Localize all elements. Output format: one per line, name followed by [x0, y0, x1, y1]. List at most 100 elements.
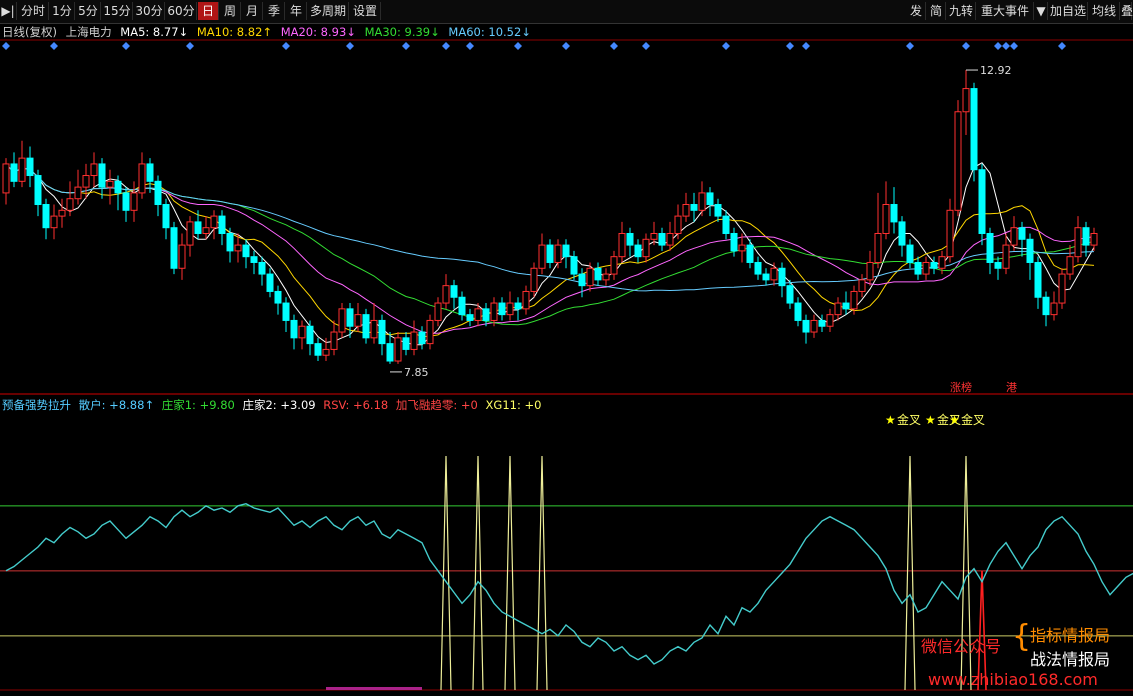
candle-body-91 [730, 232, 738, 252]
candle-body-63 [506, 302, 514, 316]
candle-body-125 [1002, 244, 1010, 269]
top-marker-0 [2, 42, 10, 50]
signal-star-1: ★ [925, 413, 936, 427]
candle-body-87 [698, 192, 706, 211]
watermark-url: www.zhibiao168.com [928, 670, 1098, 689]
candle-body-119 [954, 111, 962, 211]
high-label: 12.92 [980, 64, 1012, 77]
top-marker-10 [562, 42, 570, 50]
candle-body-120 [962, 88, 970, 113]
candle-body-48 [386, 343, 394, 362]
candle-body-34 [274, 290, 282, 304]
top-marker-19 [1002, 42, 1010, 50]
candle-body-134 [1074, 227, 1082, 258]
candle-body-96 [770, 267, 778, 281]
candle-body-55 [442, 285, 450, 304]
candle-body-26 [210, 215, 218, 229]
candle-body-20 [162, 204, 170, 229]
candle-body-100 [802, 319, 810, 333]
top-marker-11 [610, 42, 618, 50]
candle-body-58 [466, 314, 474, 321]
candle-body-84 [674, 215, 682, 234]
signal-label-2: 金叉 [961, 412, 985, 427]
candle-body-70 [562, 244, 570, 258]
spike-3 [536, 455, 548, 691]
top-marker-18 [994, 42, 1002, 50]
candle-body-25 [202, 227, 210, 234]
signal-star-2: ★ [949, 413, 960, 427]
candle-body-108 [866, 261, 874, 281]
candle-body-74 [594, 267, 602, 281]
stock-chart[interactable]: 12.927.85涨榜 港★ 金叉 ★ 金叉★ 金叉 [0, 0, 1133, 696]
candle-body-14 [114, 180, 122, 194]
candle-body-75 [602, 273, 610, 281]
watermark-wechat: 微信公众号 [921, 637, 1002, 656]
candle-body-3 [26, 157, 34, 177]
candle-body-80 [642, 238, 650, 258]
candle-body-69 [554, 244, 562, 263]
candle-body-46 [370, 319, 378, 339]
candle-body-86 [690, 204, 698, 211]
candle-body-65 [522, 290, 530, 310]
candle-body-135 [1082, 227, 1090, 246]
candle-body-12 [98, 163, 106, 188]
candle-body-77 [618, 232, 626, 258]
candle-body-130 [1042, 296, 1050, 316]
candle-body-31 [250, 256, 258, 263]
candle-body-38 [306, 325, 314, 345]
candle-body-4 [34, 175, 42, 206]
candle-body-85 [682, 204, 690, 217]
candle-body-114 [914, 261, 922, 275]
candle-body-6 [50, 215, 58, 229]
candle-body-64 [514, 302, 522, 310]
candle-body-116 [930, 261, 938, 269]
candle-body-90 [722, 215, 730, 234]
candle-body-136 [1090, 232, 1098, 246]
spike-4 [904, 455, 916, 691]
candle-body-27 [218, 215, 226, 234]
candle-body-78 [626, 232, 634, 246]
tag-list: 涨榜 [950, 380, 972, 394]
candle-body-40 [322, 348, 330, 356]
signal-star-0: ★ [885, 413, 896, 427]
candle-body-129 [1034, 261, 1042, 298]
top-marker-7 [442, 42, 450, 50]
candle-body-122 [978, 169, 986, 234]
candle-body-68 [546, 244, 554, 263]
candle-body-71 [570, 256, 578, 275]
top-marker-16 [906, 42, 914, 50]
candle-body-99 [794, 302, 802, 321]
candle-body-115 [922, 261, 930, 275]
top-marker-8 [466, 42, 474, 50]
candle-body-127 [1018, 227, 1026, 240]
candle-body-66 [530, 267, 538, 292]
candle-body-121 [970, 88, 978, 171]
candle-body-94 [754, 261, 762, 275]
candle-body-103 [826, 314, 834, 327]
candle-body-102 [818, 319, 826, 327]
tag-hk: 港 [1006, 381, 1017, 394]
candle-body-8 [66, 198, 74, 211]
top-marker-13 [722, 42, 730, 50]
candle-body-123 [986, 232, 994, 263]
volume-strip [326, 687, 422, 690]
candle-body-44 [354, 314, 362, 327]
candle-body-7 [58, 209, 66, 217]
candle-body-67 [538, 244, 546, 269]
candle-body-57 [458, 296, 466, 316]
watermark-bracket: { [1012, 619, 1032, 654]
candle-body-24 [194, 221, 202, 234]
candle-body-50 [402, 337, 410, 350]
candle-body-28 [226, 232, 234, 252]
candle-body-17 [138, 163, 146, 194]
candle-body-45 [362, 314, 370, 339]
candle-body-9 [74, 186, 82, 200]
top-marker-9 [514, 42, 522, 50]
candle-body-107 [858, 279, 866, 292]
candle-body-101 [810, 319, 818, 333]
candle-body-42 [338, 308, 346, 333]
candle-body-104 [834, 302, 842, 316]
candle-body-82 [658, 232, 666, 246]
candle-body-124 [994, 261, 1002, 269]
candle-body-92 [738, 244, 746, 252]
